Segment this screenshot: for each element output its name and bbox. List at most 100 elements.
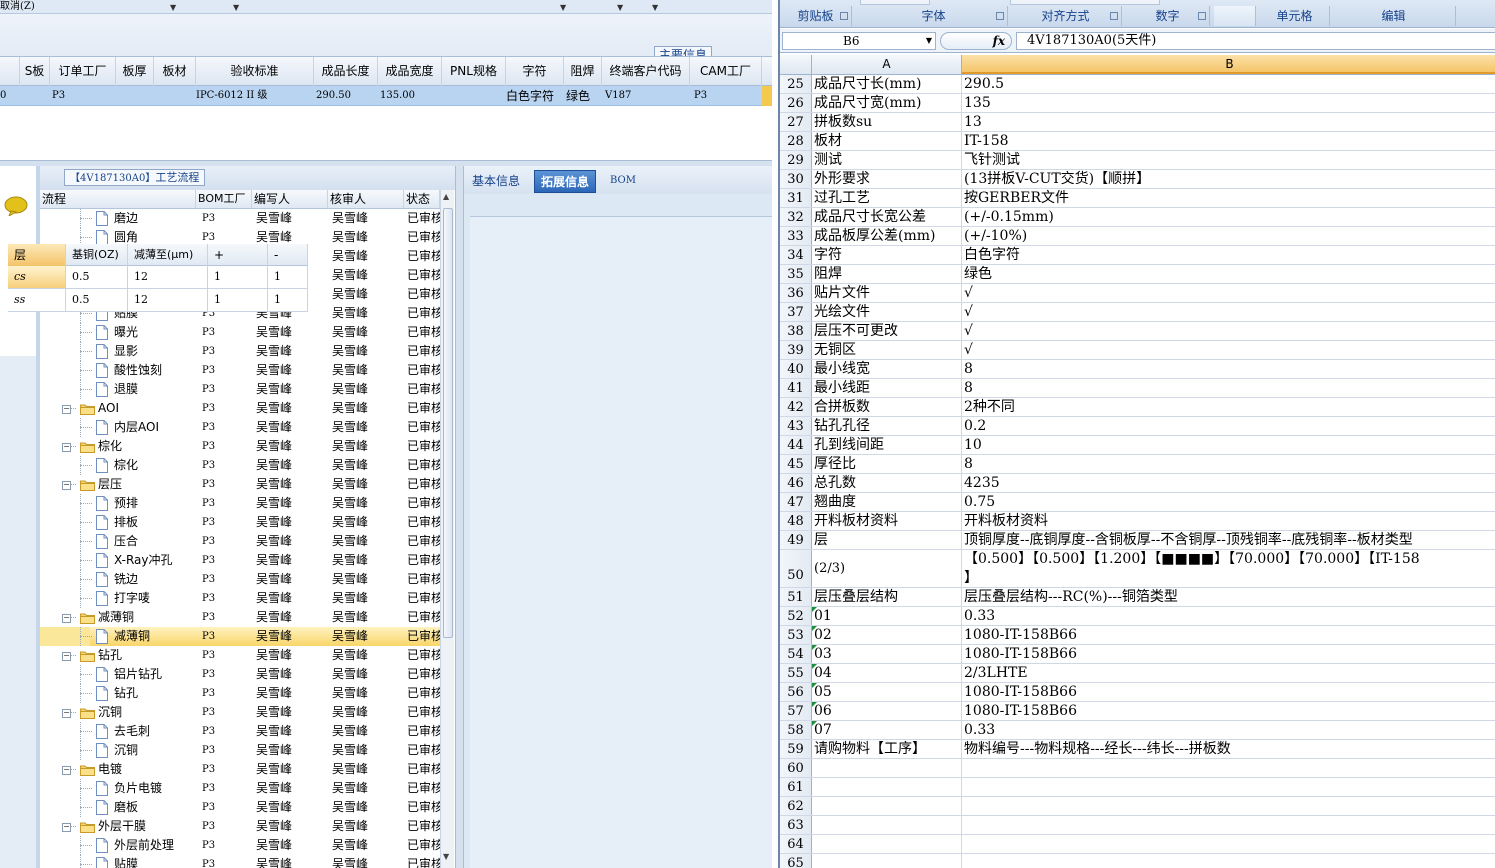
col-header-b[interactable]: B: [962, 55, 1495, 74]
cell-b[interactable]: [962, 778, 1495, 796]
row-header[interactable]: 37: [780, 303, 812, 321]
col-header[interactable]: +: [208, 244, 268, 266]
cell-b[interactable]: 13: [962, 113, 1495, 131]
row-header[interactable]: 38: [780, 322, 812, 340]
collapse-toggle-icon[interactable]: −: [62, 481, 71, 490]
tree-row[interactable]: − AOI P3 吴雪峰 吴雪峰 已审核: [40, 399, 440, 418]
tree-row[interactable]: 钻孔 P3 吴雪峰 吴雪峰 已审核: [40, 684, 440, 703]
tree-scrollbar[interactable]: ▲ ▼: [440, 190, 454, 868]
row-header[interactable]: 55: [780, 664, 812, 682]
cell-b[interactable]: 1080-IT-158B66: [962, 702, 1495, 720]
row-header[interactable]: 50: [780, 550, 812, 587]
row-header[interactable]: 64: [780, 835, 812, 853]
scroll-thumb[interactable]: [443, 208, 453, 638]
chat-bubble-icon[interactable]: [3, 196, 29, 216]
cell-b[interactable]: (+/-10%): [962, 227, 1495, 245]
tree-row[interactable]: 显影 P3 吴雪峰 吴雪峰 已审核: [40, 342, 440, 361]
row-header[interactable]: 54: [780, 645, 812, 663]
tree-row[interactable]: 压合 P3 吴雪峰 吴雪峰 已审核: [40, 532, 440, 551]
cell-b[interactable]: 绿色: [962, 265, 1495, 283]
row-header[interactable]: 52: [780, 607, 812, 625]
tree-row[interactable]: − 减薄铜 P3 吴雪峰 吴雪峰 已审核: [40, 608, 440, 627]
col-header[interactable]: 层: [8, 244, 66, 266]
cell-a[interactable]: 外形要求: [812, 170, 962, 188]
row-header[interactable]: 61: [780, 778, 812, 796]
ribbon-group-clipboard[interactable]: 剪贴板: [780, 6, 852, 26]
cell-b[interactable]: 8: [962, 379, 1495, 397]
tree-row[interactable]: X-Ray冲孔 P3 吴雪峰 吴雪峰 已审核: [40, 551, 440, 570]
cell-a[interactable]: 成品板厚公差(mm): [812, 227, 962, 245]
row-header[interactable]: 46: [780, 474, 812, 492]
col-header[interactable]: 减薄至(μm): [128, 244, 208, 266]
col-header[interactable]: 成品长度: [314, 57, 378, 86]
tree-row[interactable]: 棕化 P3 吴雪峰 吴雪峰 已审核: [40, 456, 440, 475]
cell-a[interactable]: 钻孔孔径: [812, 417, 962, 435]
cell-a[interactable]: 成品尺寸宽(mm): [812, 94, 962, 112]
cell-a[interactable]: 拼板数su: [812, 113, 962, 131]
ribbon-group-alignment[interactable]: 对齐方式: [1010, 6, 1122, 26]
collapse-toggle-icon[interactable]: −: [62, 614, 71, 623]
row-header[interactable]: 33: [780, 227, 812, 245]
row-header[interactable]: 39: [780, 341, 812, 359]
cell-b[interactable]: 按GERBER文件: [962, 189, 1495, 207]
ribbon-group-editing[interactable]: 编辑: [1332, 6, 1456, 26]
cell-a[interactable]: (2/3): [812, 550, 962, 587]
row-header[interactable]: 27: [780, 113, 812, 131]
cell-b[interactable]: (13拼板V-CUT交货)【顺拼】: [962, 170, 1495, 188]
cell-b[interactable]: 8: [962, 455, 1495, 473]
row-header[interactable]: 49: [780, 531, 812, 549]
collapse-toggle-icon[interactable]: −: [62, 652, 71, 661]
tree-row[interactable]: − 层压 P3 吴雪峰 吴雪峰 已审核: [40, 475, 440, 494]
tree-row[interactable]: 铝片钻孔 P3 吴雪峰 吴雪峰 已审核: [40, 665, 440, 684]
cell-a[interactable]: 请购物料【工序】: [812, 740, 962, 758]
cell-b[interactable]: 0.75: [962, 493, 1495, 511]
cell-b[interactable]: 2/3LHTE: [962, 664, 1495, 682]
cell-b[interactable]: (+/-0.15mm): [962, 208, 1495, 226]
cell-b[interactable]: 1080-IT-158B66: [962, 645, 1495, 663]
cell-a[interactable]: 过孔工艺: [812, 189, 962, 207]
cell-b[interactable]: 1080-IT-158B66: [962, 683, 1495, 701]
cell-a[interactable]: 合拼板数: [812, 398, 962, 416]
tree-row[interactable]: 负片电镀 P3 吴雪峰 吴雪峰 已审核: [40, 779, 440, 798]
tree-row[interactable]: 铣边 P3 吴雪峰 吴雪峰 已审核: [40, 570, 440, 589]
cell-a[interactable]: 05: [812, 683, 962, 701]
scroll-up-icon[interactable]: ▲: [443, 192, 449, 201]
cell-b[interactable]: √: [962, 322, 1495, 340]
row-header[interactable]: 29: [780, 151, 812, 169]
col-header[interactable]: 验收标准: [196, 57, 314, 86]
cell-b[interactable]: [962, 816, 1495, 834]
cell-b[interactable]: √: [962, 341, 1495, 359]
tree-row[interactable]: 去毛刺 P3 吴雪峰 吴雪峰 已审核: [40, 722, 440, 741]
row-header[interactable]: 31: [780, 189, 812, 207]
tree-row[interactable]: 外层前处理 P3 吴雪峰 吴雪峰 已审核: [40, 836, 440, 855]
ribbon-group-font[interactable]: 字体: [860, 6, 1008, 26]
cell-a[interactable]: 02: [812, 626, 962, 644]
cell-a[interactable]: [812, 778, 962, 796]
row-header[interactable]: 30: [780, 170, 812, 188]
cell-a[interactable]: 成品尺寸长宽公差: [812, 208, 962, 226]
tab-bom[interactable]: BOM: [604, 170, 642, 193]
cell-a[interactable]: 最小线宽: [812, 360, 962, 378]
cell-a[interactable]: 厚径比: [812, 455, 962, 473]
tree-row[interactable]: − 外层干膜 P3 吴雪峰 吴雪峰 已审核: [40, 817, 440, 836]
cell-b[interactable]: 135: [962, 94, 1495, 112]
cell-a[interactable]: 翘曲度: [812, 493, 962, 511]
cell-a[interactable]: 孔到线间距: [812, 436, 962, 454]
row-header[interactable]: 56: [780, 683, 812, 701]
cell-a[interactable]: 层压叠层结构: [812, 588, 962, 606]
tree-row[interactable]: 酸性蚀刻 P3 吴雪峰 吴雪峰 已审核: [40, 361, 440, 380]
cell-a[interactable]: 无铜区: [812, 341, 962, 359]
cell-a[interactable]: 04: [812, 664, 962, 682]
cell-b[interactable]: √: [962, 284, 1495, 302]
row-header[interactable]: 58: [780, 721, 812, 739]
row-header[interactable]: 45: [780, 455, 812, 473]
table-row[interactable]: ss 0.5 12 1 1: [8, 289, 308, 312]
cell-b[interactable]: 0.2: [962, 417, 1495, 435]
row-header[interactable]: 41: [780, 379, 812, 397]
tree-row[interactable]: 曝光 P3 吴雪峰 吴雪峰 已审核: [40, 323, 440, 342]
ribbon-group-cells[interactable]: 单元格: [1260, 6, 1330, 26]
dialog-launcher-icon[interactable]: [996, 12, 1004, 20]
dialog-launcher-icon[interactable]: [840, 12, 848, 20]
cell-b[interactable]: IT-158: [962, 132, 1495, 150]
cell-a[interactable]: [812, 816, 962, 834]
